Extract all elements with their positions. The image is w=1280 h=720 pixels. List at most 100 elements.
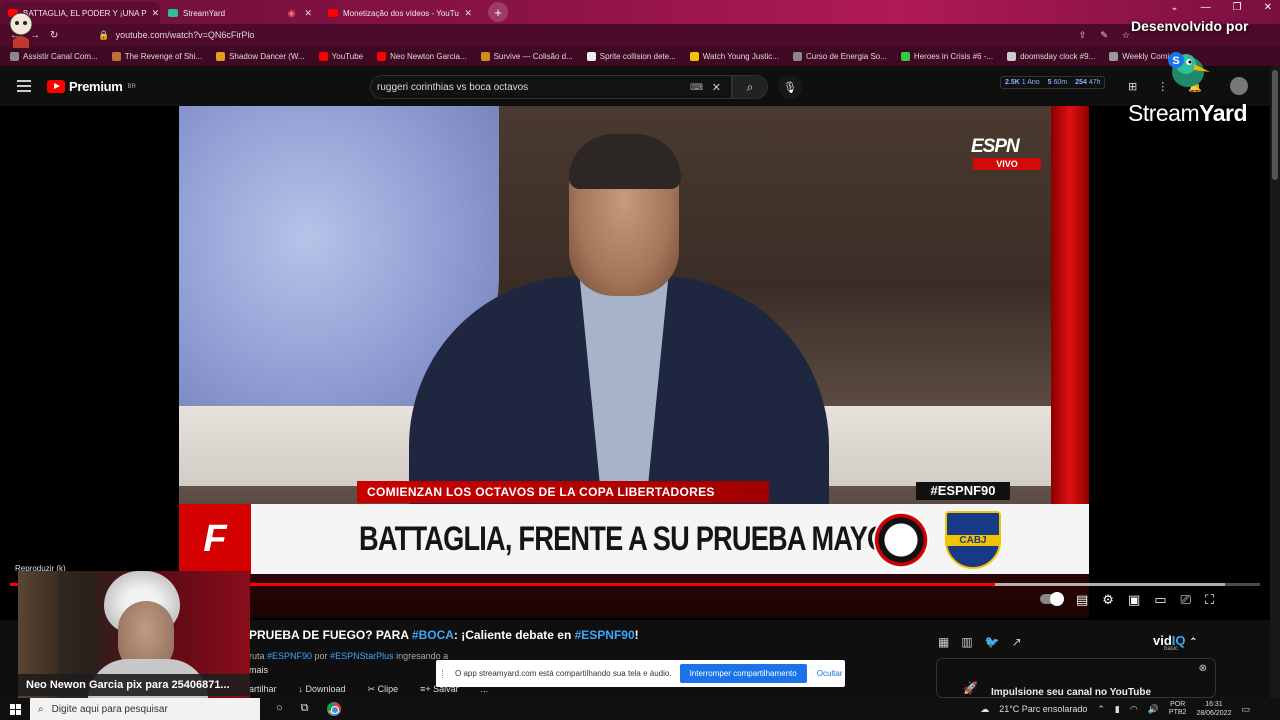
tab-streamyard[interactable]: StreamYard ◉ ✕: [160, 2, 320, 24]
share-button[interactable]: artilhar: [249, 684, 277, 695]
drag-handle-icon[interactable]: [442, 669, 445, 678]
vidiq-toolbar: ▦ ▥ 🐦 ↗: [938, 635, 1022, 649]
close-window-icon[interactable]: ✕: [1264, 2, 1272, 13]
keyboard-icon[interactable]: ⌨: [690, 82, 703, 93]
task-view-icon[interactable]: ⧉: [301, 702, 309, 716]
weather-text[interactable]: 21°C Parc ensolarado: [999, 704, 1087, 714]
bookmark-item[interactable]: The Revenge of Shi...: [111, 51, 202, 61]
tab-label: Monetização dos vídeos - YouTu: [343, 8, 459, 18]
settings-gear-icon[interactable]: ⚙: [1102, 592, 1114, 608]
twitter-icon[interactable]: 🐦: [985, 635, 1000, 649]
cast-icon[interactable]: ⎚: [1181, 592, 1191, 608]
chevron-up-icon[interactable]: ⌃: [1189, 637, 1197, 648]
theater-mode-icon[interactable]: ▭: [1154, 592, 1166, 608]
youtube-logo[interactable]: Premium BR: [47, 79, 136, 94]
bookmark-item[interactable]: YouTube: [318, 51, 363, 61]
clip-button[interactable]: ✂ Clipe: [368, 684, 399, 695]
vidiq-promo-card[interactable]: 🚀 ⊗ Impulsione seu canal no YouTube: [936, 658, 1216, 698]
bookmark-star-icon[interactable]: ☆: [1122, 30, 1130, 41]
hashtag-link[interactable]: #BOCA: [412, 628, 454, 642]
progress-loaded: [995, 583, 1225, 586]
show-more-link[interactable]: mais: [249, 665, 268, 675]
menu-icon[interactable]: [17, 80, 31, 92]
clock[interactable]: 16:31 28/06/2022: [1196, 700, 1231, 718]
bookmark-item[interactable]: Survive — Colisão d...: [480, 51, 573, 61]
microphone-icon: 🎙: [783, 81, 797, 94]
scrollbar-thumb[interactable]: [1272, 70, 1278, 180]
extensions-icon[interactable]: ✎: [1100, 30, 1108, 41]
tab-search-icon[interactable]: ⌄: [1170, 2, 1178, 13]
download-button[interactable]: ↓ Download: [299, 684, 346, 695]
search-icon: ⌕: [746, 79, 754, 94]
create-video-icon[interactable]: ⊞: [1128, 80, 1137, 93]
tray-chevron-icon[interactable]: ⌃: [1097, 704, 1105, 715]
search-button[interactable]: ⌕: [732, 75, 768, 99]
tab-label: BATTAGLIA, EL PODER Y ¡UNA P: [23, 8, 147, 18]
hashtag-link[interactable]: #ESPNF90: [575, 628, 635, 642]
hashtag-link[interactable]: #ESPNStarPlus: [330, 651, 394, 661]
screen-share-banner: O app streamyard.com está compartilhando…: [436, 660, 845, 687]
youtube-header: Premium BR ruggeri corinthias vs boca oct…: [0, 66, 1280, 106]
bookmark-item[interactable]: Assistir Canal Com...: [10, 51, 98, 61]
screen: BATTAGLIA, EL PODER Y ¡UNA P ✕ StreamYar…: [0, 0, 1280, 720]
scissors-icon: ✂: [367, 684, 378, 694]
new-tab-button[interactable]: +: [488, 2, 508, 22]
hide-banner-button[interactable]: Ocultar: [817, 669, 843, 678]
wifi-icon[interactable]: ◠: [1130, 704, 1138, 715]
voice-search-button[interactable]: 🎙: [778, 75, 802, 99]
lower-band: [179, 574, 1089, 618]
bookmark-item[interactable]: Sprite collision dete...: [586, 51, 676, 61]
live-badge: VIVO: [973, 158, 1041, 170]
taskbar-search-input[interactable]: ⌕ Digite aqui para pesquisar: [30, 698, 260, 720]
hashtag-link[interactable]: #ESPNF90: [267, 651, 312, 661]
bookmark-item[interactable]: Neo Newton Garcia...: [377, 51, 467, 61]
video-frame[interactable]: ESPN VIVO #ESPNF90 COMIENZAN LOS OCTAVOS…: [179, 106, 1089, 618]
close-icon[interactable]: ✕: [304, 8, 312, 19]
fullscreen-icon[interactable]: ⛶: [1205, 592, 1214, 608]
espn-logo: ESPN: [971, 136, 1020, 157]
share-icon[interactable]: ⇪: [1079, 30, 1087, 41]
hashtag-label: #ESPNF90: [916, 482, 1010, 500]
stats-icon[interactable]: ▥: [961, 635, 972, 649]
stop-sharing-button[interactable]: Interromper compartilhamento: [679, 664, 807, 683]
bookmark-item[interactable]: Curso de Energia So...: [792, 51, 887, 61]
bookmark-item[interactable]: Heroes in Crisis #6 -...: [900, 51, 993, 61]
notification-center-icon[interactable]: ▭: [1241, 704, 1250, 715]
subheadline-bar: COMIENZAN LOS OCTAVOS DE LA COPA LIBERTA…: [357, 481, 769, 503]
save-icon: ≡+: [420, 684, 434, 694]
bookmark-item[interactable]: Weekly Comic: [1109, 51, 1173, 61]
bookmark-item[interactable]: Shadow Dancer (W...: [216, 51, 305, 61]
autoplay-toggle[interactable]: [1040, 592, 1064, 606]
lock-icon: 🔒: [98, 29, 110, 40]
reload-icon[interactable]: ↻: [50, 30, 58, 41]
close-icon[interactable]: ⊗: [1199, 663, 1207, 674]
clear-search-icon[interactable]: ✕: [712, 81, 721, 94]
minimize-icon[interactable]: —: [1201, 2, 1211, 13]
tab-monetizacao[interactable]: Monetização dos vídeos - YouTu ✕: [320, 2, 480, 24]
bookmarks-bar: Assistir Canal Com... The Revenge of Shi…: [0, 46, 1280, 66]
windows-start-icon[interactable]: [0, 703, 30, 715]
maximize-icon[interactable]: ❐: [1233, 2, 1242, 13]
close-icon[interactable]: ✕: [464, 8, 472, 19]
vidiq-plan: basic: [1164, 646, 1179, 652]
volume-icon[interactable]: 🔊: [1148, 704, 1159, 715]
bookmark-item[interactable]: Watch Young Justic...: [689, 51, 779, 61]
bookmark-item[interactable]: doomsday clock #9...: [1007, 51, 1095, 61]
page-scrollbar[interactable]: [1270, 66, 1280, 720]
keyboard-language[interactable]: POR PTB2: [1169, 701, 1187, 717]
url-text: youtube.com/watch?v=QN6cFirPlo: [115, 30, 255, 40]
search-input[interactable]: ruggeri corinthias vs boca octavos ⌨ ✕: [370, 75, 732, 99]
subtitles-icon[interactable]: ▤: [1076, 592, 1088, 608]
trend-icon[interactable]: ↗: [1012, 635, 1022, 649]
miniplayer-icon[interactable]: ▣: [1128, 592, 1140, 608]
avatar[interactable]: [1230, 77, 1248, 95]
network-icon[interactable]: ▮: [1115, 704, 1120, 715]
youtube-play-icon: [47, 80, 65, 93]
close-icon[interactable]: ✕: [152, 8, 160, 19]
url-field[interactable]: 🔒 youtube.com/watch?v=QN6cFirPlo: [98, 30, 254, 41]
download-icon: ↓: [298, 684, 306, 694]
grid-icon[interactable]: ▦: [938, 635, 949, 649]
chrome-icon[interactable]: [326, 702, 341, 716]
cortana-icon[interactable]: ○: [276, 702, 283, 716]
streamyard-logo: StreamYard: [1128, 100, 1248, 126]
